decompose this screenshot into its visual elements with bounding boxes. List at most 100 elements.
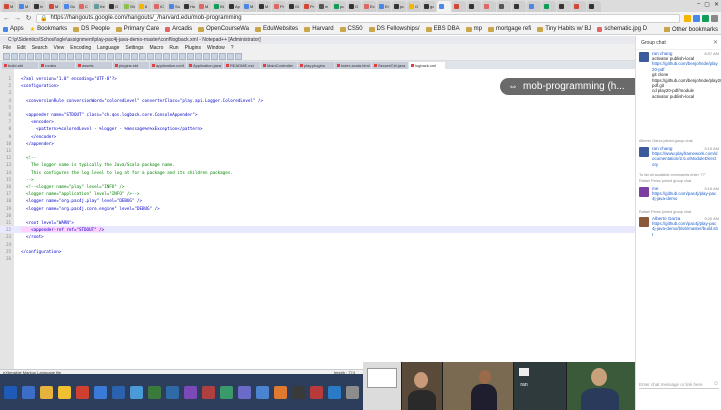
browser-tab[interactable]: G bbox=[407, 1, 421, 12]
browser-tab[interactable] bbox=[482, 1, 496, 12]
emoji-icon[interactable]: ☺ bbox=[713, 381, 719, 387]
taskbar-app-icon[interactable] bbox=[220, 385, 233, 399]
toolbar-button-icon[interactable] bbox=[27, 52, 34, 60]
menu-item[interactable]: View bbox=[54, 45, 65, 51]
browser-tab[interactable]: M bbox=[2, 1, 16, 12]
file-tab[interactable]: routes bbox=[39, 62, 75, 69]
toolbar-button-icon[interactable] bbox=[3, 52, 10, 60]
close-chat-icon[interactable]: ✕ bbox=[713, 39, 718, 46]
browser-tab[interactable]: Gi bbox=[287, 1, 301, 12]
toolbar-button-icon[interactable] bbox=[235, 52, 242, 60]
browser-tab[interactable]: go bbox=[422, 1, 436, 12]
taskbar-app-icon[interactable] bbox=[166, 385, 179, 399]
file-tab[interactable]: application.conf bbox=[150, 62, 186, 69]
browser-tab[interactable] bbox=[527, 1, 541, 12]
browser-tab[interactable]: IN bbox=[212, 1, 226, 12]
toolbar-button-icon[interactable] bbox=[67, 52, 74, 60]
menu-item[interactable]: File bbox=[3, 45, 11, 51]
browser-tab[interactable]: m bbox=[317, 1, 331, 12]
menu-item[interactable]: Window bbox=[207, 45, 225, 51]
taskbar-app-icon[interactable] bbox=[274, 385, 287, 399]
bookmark-item[interactable]: Arcadis bbox=[165, 26, 192, 32]
file-tab[interactable]: Application.java bbox=[187, 62, 223, 69]
toolbar-button-icon[interactable] bbox=[123, 52, 130, 60]
menu-item[interactable]: Search bbox=[32, 45, 48, 51]
toolbar-button-icon[interactable] bbox=[99, 52, 106, 60]
taskbar-app-icon[interactable] bbox=[238, 385, 251, 399]
taskbar-app-icon[interactable] bbox=[292, 385, 305, 399]
browser-tab[interactable]: M bbox=[17, 1, 31, 12]
taskbar-app-icon[interactable] bbox=[328, 385, 341, 399]
bookmark-item[interactable]: Apps bbox=[3, 26, 24, 32]
taskbar-app-icon[interactable] bbox=[184, 385, 197, 399]
taskbar-app-icon[interactable] bbox=[256, 385, 269, 399]
browser-tab[interactable]: Pr bbox=[272, 1, 286, 12]
toolbar-button-icon[interactable] bbox=[83, 52, 90, 60]
toolbar-button-icon[interactable] bbox=[59, 52, 66, 60]
reload-icon[interactable]: ↻ bbox=[25, 14, 32, 22]
browser-tab[interactable] bbox=[572, 1, 586, 12]
taskbar-app-icon[interactable] bbox=[58, 385, 71, 399]
browser-tab[interactable] bbox=[587, 1, 601, 12]
browser-tab[interactable]: G bbox=[107, 1, 121, 12]
close-window-button[interactable]: ✕ bbox=[714, 1, 719, 8]
menu-item[interactable]: Language bbox=[97, 45, 119, 51]
toolbar-button-icon[interactable] bbox=[179, 52, 186, 60]
toolbar-button-icon[interactable] bbox=[163, 52, 170, 60]
taskbar-app-icon[interactable] bbox=[148, 385, 161, 399]
browser-tab[interactable] bbox=[557, 1, 571, 12]
toolbar-button-icon[interactable] bbox=[211, 52, 218, 60]
extension-icon[interactable] bbox=[702, 14, 709, 22]
bookmark-item[interactable]: OpenCourseWa bbox=[198, 26, 249, 32]
bookmark-item[interactable]: DS People bbox=[73, 26, 110, 32]
taskbar-app-icon[interactable] bbox=[94, 385, 107, 399]
menu-item[interactable]: Macro bbox=[149, 45, 163, 51]
toolbar-button-icon[interactable] bbox=[51, 52, 58, 60]
participant-thumbnail[interactable] bbox=[567, 362, 636, 410]
bookmark-item[interactable]: mortgage refi bbox=[487, 26, 531, 32]
taskbar-app-icon[interactable] bbox=[310, 385, 323, 399]
browser-tab[interactable] bbox=[437, 1, 451, 12]
browser-tab[interactable]: G bbox=[347, 1, 361, 12]
file-tab[interactable]: logback.xml bbox=[409, 62, 445, 69]
toolbar-button-icon[interactable] bbox=[131, 52, 138, 60]
browser-tab[interactable] bbox=[497, 1, 511, 12]
browser-tab[interactable]: M bbox=[257, 1, 271, 12]
file-tab[interactable]: index.scala.html bbox=[335, 62, 371, 69]
menu-item[interactable]: Settings bbox=[125, 45, 143, 51]
chat-link[interactable]: https://www.playframework.com/documentat… bbox=[652, 151, 718, 167]
toolbar-button-icon[interactable] bbox=[227, 52, 234, 60]
file-tab[interactable]: plugins.sbt bbox=[113, 62, 149, 69]
file-tab[interactable]: SecureCtrl.java bbox=[372, 62, 408, 69]
toolbar-button-icon[interactable] bbox=[11, 52, 18, 60]
bookmark-item[interactable]: mp bbox=[465, 26, 482, 32]
bookmark-item[interactable]: CS50 bbox=[339, 26, 363, 32]
browser-tab[interactable]: Sh bbox=[122, 1, 136, 12]
taskbar-app-icon[interactable] bbox=[346, 385, 359, 399]
browser-tab[interactable]: Go bbox=[62, 1, 76, 12]
browser-tab[interactable]: Ap bbox=[227, 1, 241, 12]
bookmark-item[interactable]: ★ Bookmarks bbox=[30, 26, 67, 33]
browser-tab[interactable] bbox=[512, 1, 526, 12]
toolbar-button-icon[interactable] bbox=[219, 52, 226, 60]
maximize-button[interactable]: ▢ bbox=[704, 1, 710, 8]
bookmark-item[interactable]: Harvard bbox=[304, 26, 334, 32]
browser-tab[interactable]: Pr bbox=[302, 1, 316, 12]
browser-tab[interactable]: M bbox=[47, 1, 61, 12]
minimize-button[interactable]: – bbox=[697, 1, 700, 8]
chat-link[interactable]: https://github.com/pac4j/play-pac4j-java… bbox=[652, 191, 718, 202]
toolbar-button-icon[interactable] bbox=[195, 52, 202, 60]
toolbar-button-icon[interactable] bbox=[75, 52, 82, 60]
taskbar-app-icon[interactable] bbox=[40, 385, 53, 399]
file-tab[interactable]: assets bbox=[76, 62, 112, 69]
hangout-title-pill[interactable]: ⇔ mob-programming (h... bbox=[500, 78, 635, 95]
browser-tab[interactable]: pu bbox=[332, 1, 346, 12]
browser-tab[interactable]: Su bbox=[167, 1, 181, 12]
bookmark-item[interactable]: DS Fellowships/ bbox=[368, 26, 420, 32]
browser-tab[interactable]: In bbox=[32, 1, 46, 12]
bookmark-item[interactable]: EduWebsites bbox=[254, 26, 298, 32]
menu-item[interactable]: Run bbox=[169, 45, 178, 51]
bookmark-item[interactable]: schematic.jpg D bbox=[597, 26, 647, 32]
taskbar-app-icon[interactable] bbox=[112, 385, 125, 399]
participant-thumbnail[interactable] bbox=[443, 362, 513, 410]
